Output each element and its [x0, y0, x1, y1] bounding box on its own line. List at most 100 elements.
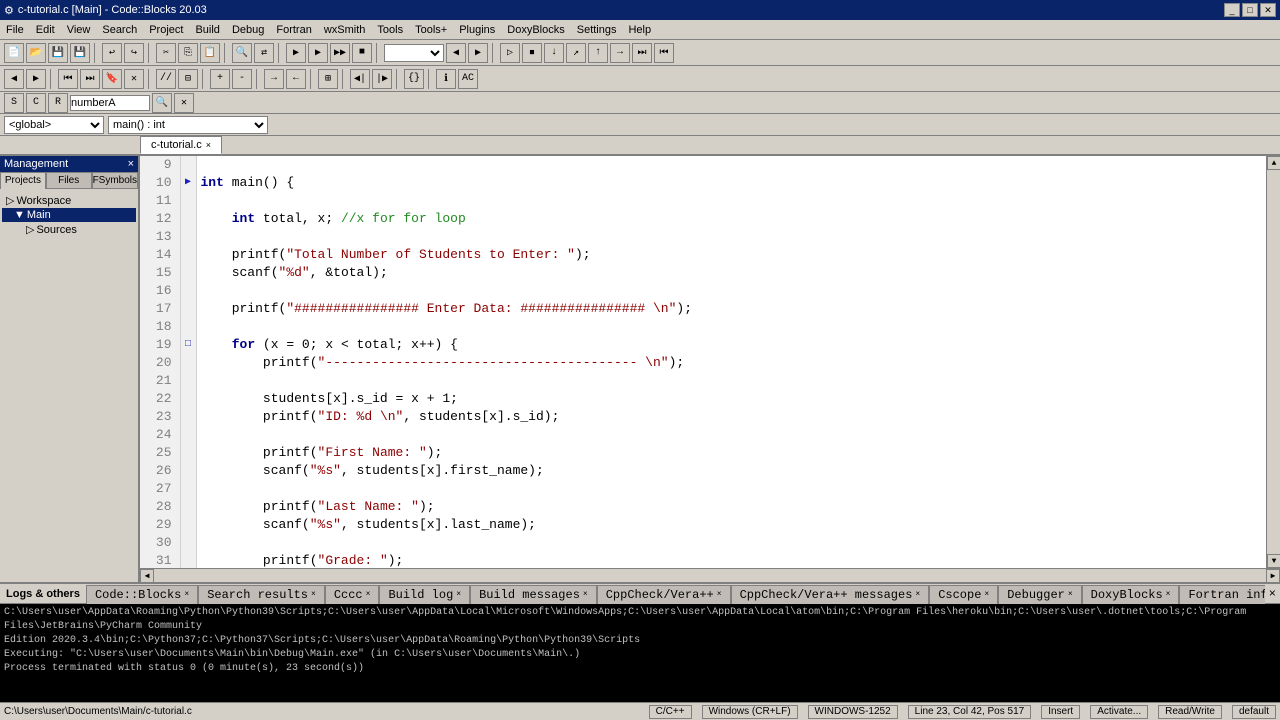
- build-run-button[interactable]: ▶▶: [330, 43, 350, 63]
- bookmark-clear-button[interactable]: ✕: [124, 69, 144, 89]
- menu-search[interactable]: Search: [96, 22, 143, 38]
- logs-tab-doxyblocks[interactable]: DoxyBlocks ×: [1082, 585, 1180, 604]
- menu-wxsmith[interactable]: wxSmith: [318, 22, 372, 38]
- zoom-out-button[interactable]: -: [232, 69, 252, 89]
- line-code[interactable]: students[x].s_id = x + 1;: [196, 390, 1266, 408]
- logs-tab-cscope[interactable]: Cscope ×: [929, 585, 998, 604]
- scope-dropdown[interactable]: <global>: [4, 116, 104, 134]
- menu-edit[interactable]: Edit: [30, 22, 61, 38]
- hscroll-track[interactable]: [154, 570, 1266, 582]
- tree-sources[interactable]: ▷ Sources: [2, 222, 136, 237]
- scroll-thumb[interactable]: [1267, 170, 1280, 554]
- open-file-button[interactable]: 📂: [26, 43, 46, 63]
- line-code[interactable]: scanf("%d", &total);: [196, 264, 1266, 282]
- logs-tab-cppcheck-msg[interactable]: CppCheck/Vera++ messages ×: [731, 585, 930, 604]
- logs-tab-fortran[interactable]: Fortran info ×: [1179, 585, 1264, 604]
- save-all-button[interactable]: 💾: [70, 43, 90, 63]
- replace-button[interactable]: ⇄: [254, 43, 274, 63]
- logs-tab-buildlog[interactable]: Build log ×: [379, 585, 470, 604]
- prev-build-target[interactable]: ◀: [446, 43, 466, 63]
- run-button[interactable]: ▶: [308, 43, 328, 63]
- line-code[interactable]: [196, 318, 1266, 336]
- menu-debug[interactable]: Debug: [226, 22, 270, 38]
- menu-fortran[interactable]: Fortran: [270, 22, 317, 38]
- debug-start-button[interactable]: ▷: [500, 43, 520, 63]
- line-code[interactable]: for (x = 0; x < total; x++) {: [196, 336, 1266, 354]
- build-target-dropdown[interactable]: Debug: [384, 44, 444, 62]
- sidebar-close-button[interactable]: ×: [128, 158, 134, 170]
- line-code[interactable]: [196, 228, 1266, 246]
- logs-close-button[interactable]: ×: [1265, 587, 1280, 601]
- sidebar-tab-fsymbols[interactable]: FSymbols: [92, 172, 138, 189]
- line-code[interactable]: [196, 372, 1266, 390]
- editor-content[interactable]: 9 10 ▶ int main() { 11 12 int total, x; …: [140, 156, 1266, 568]
- debug-step-over-button[interactable]: ↗: [566, 43, 586, 63]
- code-search-regex[interactable]: R: [48, 93, 68, 113]
- debug-step-out-button[interactable]: ↑: [588, 43, 608, 63]
- tab-close-button[interactable]: ×: [206, 140, 211, 150]
- logs-tab-cppcheck[interactable]: CppCheck/Vera++ ×: [597, 585, 731, 604]
- status-activation[interactable]: Activate...: [1090, 705, 1148, 719]
- line-code[interactable]: scanf("%s", students[x].last_name);: [196, 516, 1266, 534]
- horizontal-scrollbar[interactable]: ◀ ▶: [140, 568, 1280, 582]
- show-call-tip[interactable]: ℹ: [436, 69, 456, 89]
- menu-file[interactable]: File: [0, 22, 30, 38]
- line-code[interactable]: printf("First Name: ");: [196, 444, 1266, 462]
- menu-doxyblocks[interactable]: DoxyBlocks: [501, 22, 570, 38]
- unindent-button[interactable]: ←: [286, 69, 306, 89]
- logs-tab-doxyblocks-close[interactable]: ×: [1166, 590, 1171, 599]
- menu-build[interactable]: Build: [189, 22, 225, 38]
- jump-back-button[interactable]: ◀: [4, 69, 24, 89]
- show-autocomplete[interactable]: AC: [458, 69, 478, 89]
- stop-button[interactable]: ■: [352, 43, 372, 63]
- line-code[interactable]: int total, x; //x for for loop: [196, 210, 1266, 228]
- scroll-left-button[interactable]: ◀: [140, 569, 154, 583]
- menu-tools-plus[interactable]: Tools+: [409, 22, 453, 38]
- logs-tab-debugger-close[interactable]: ×: [1068, 590, 1073, 599]
- indent-button[interactable]: →: [264, 69, 284, 89]
- line-code[interactable]: printf("Total Number of Students to Ente…: [196, 246, 1266, 264]
- function-dropdown[interactable]: main() : int: [108, 116, 268, 134]
- zoom-in-button[interactable]: +: [210, 69, 230, 89]
- logs-tab-cccc[interactable]: Cccc ×: [325, 585, 380, 604]
- next-word-button[interactable]: |▶: [372, 69, 392, 89]
- logs-tab-cscope-close[interactable]: ×: [984, 590, 989, 599]
- scroll-right-button[interactable]: ▶: [1266, 569, 1280, 583]
- line-code[interactable]: [196, 192, 1266, 210]
- paste-button[interactable]: 📋: [200, 43, 220, 63]
- maximize-button[interactable]: □: [1242, 3, 1258, 17]
- logs-tab-codeblocks[interactable]: Code::Blocks ×: [86, 585, 198, 604]
- code-search-input[interactable]: [70, 95, 150, 111]
- build-button[interactable]: ▶: [286, 43, 306, 63]
- toggle-sidebar-button[interactable]: ⊞: [318, 69, 338, 89]
- code-search-clear[interactable]: ✕: [174, 93, 194, 113]
- match-brace-button[interactable]: {}: [404, 69, 424, 89]
- scroll-down-button[interactable]: ▼: [1267, 554, 1280, 568]
- cut-button[interactable]: ✂: [156, 43, 176, 63]
- minimize-button[interactable]: _: [1224, 3, 1240, 17]
- copy-button[interactable]: ⎘: [178, 43, 198, 63]
- menu-tools[interactable]: Tools: [371, 22, 409, 38]
- tree-main[interactable]: ▼ Main: [2, 208, 136, 222]
- toggle-comment-button[interactable]: //: [156, 69, 176, 89]
- code-search-go[interactable]: 🔍: [152, 93, 172, 113]
- editor-tab-c-tutorial[interactable]: c-tutorial.c ×: [140, 136, 222, 154]
- logs-tab-cppcheck-close[interactable]: ×: [717, 590, 722, 599]
- prev-word-button[interactable]: ◀|: [350, 69, 370, 89]
- line-code[interactable]: printf("################ Enter Data: ###…: [196, 300, 1266, 318]
- line-code[interactable]: printf("Last Name: ");: [196, 498, 1266, 516]
- undo-button[interactable]: ↩: [102, 43, 122, 63]
- line-code[interactable]: [196, 282, 1266, 300]
- line-code[interactable]: scanf("%s", students[x].first_name);: [196, 462, 1266, 480]
- logs-tab-debugger[interactable]: Debugger ×: [998, 585, 1081, 604]
- menu-help[interactable]: Help: [622, 22, 657, 38]
- menu-view[interactable]: View: [61, 22, 97, 38]
- bookmark-toggle-button[interactable]: 🔖: [102, 69, 122, 89]
- new-file-button[interactable]: 📄: [4, 43, 24, 63]
- debug-next-breakpoint[interactable]: ⏭: [632, 43, 652, 63]
- tree-workspace[interactable]: ▷ Workspace: [2, 193, 136, 208]
- save-file-button[interactable]: 💾: [48, 43, 68, 63]
- debug-prev-breakpoint[interactable]: ⏮: [654, 43, 674, 63]
- line-code[interactable]: printf("--------------------------------…: [196, 354, 1266, 372]
- sidebar-tab-projects[interactable]: Projects: [0, 172, 46, 189]
